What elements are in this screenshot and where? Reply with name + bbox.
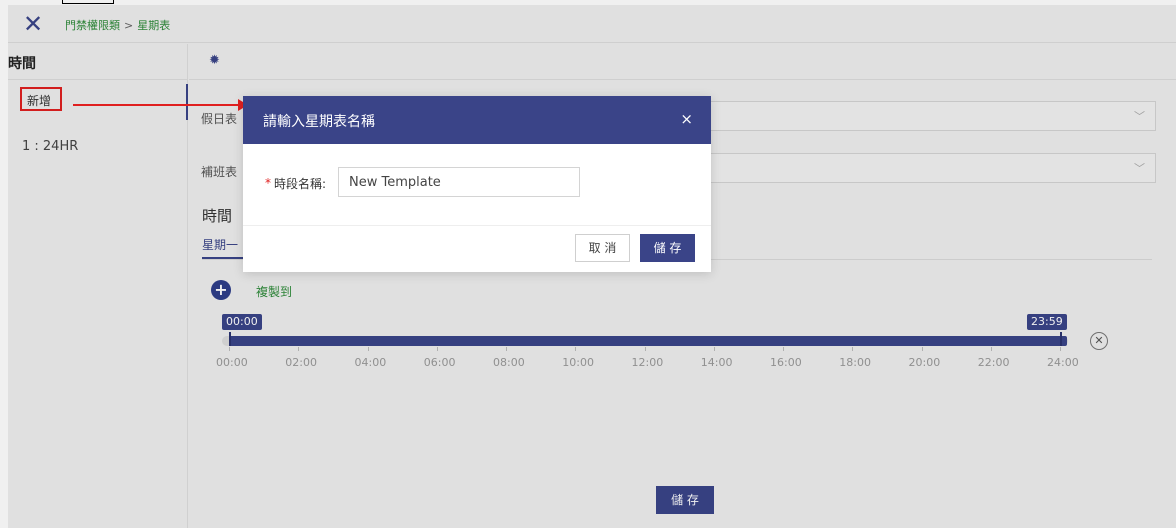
name-field-label: 時段名稱: bbox=[274, 177, 327, 191]
annotation-arrow-line bbox=[73, 104, 243, 106]
cancel-button[interactable]: 取 消 bbox=[575, 234, 630, 262]
dialog-header: 請輸入星期表名稱 × bbox=[243, 96, 711, 144]
close-icon[interactable]: × bbox=[680, 110, 693, 128]
dialog-save-button[interactable]: 儲 存 bbox=[640, 234, 695, 262]
name-dialog: 請輸入星期表名稱 × * 時段名稱: 取 消 儲 存 bbox=[243, 96, 711, 272]
required-asterisk: * bbox=[265, 176, 271, 190]
name-input[interactable] bbox=[338, 167, 580, 197]
dialog-title: 請輸入星期表名稱 bbox=[263, 114, 375, 130]
app-screenshot: ✕ 門禁權限類 > 星期表 時間 新增 1 : 24HR ✹ 假日表 ﹀ 補班表 ﹀… bbox=[0, 0, 1176, 528]
dialog-divider bbox=[243, 225, 711, 226]
